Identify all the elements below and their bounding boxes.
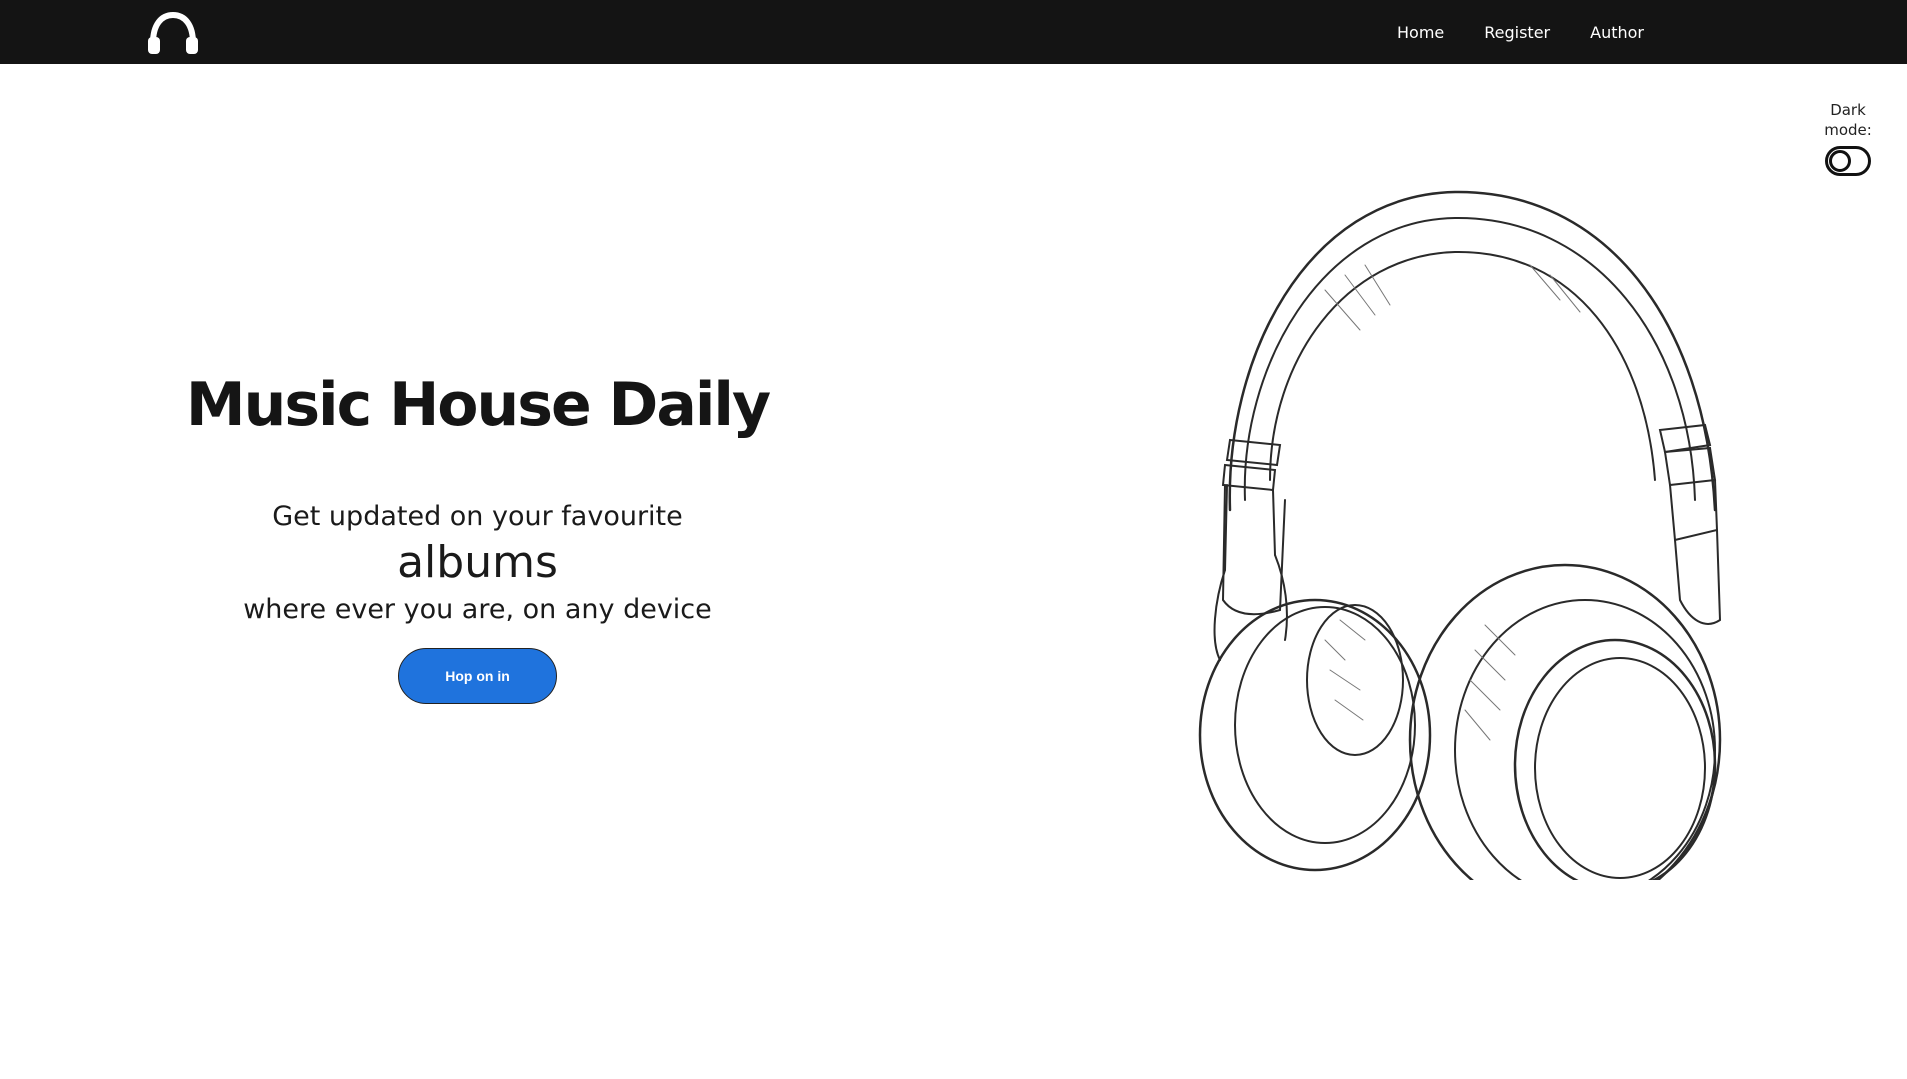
dark-mode-control: Dark mode: xyxy=(1818,100,1878,176)
hero-title: Music House Daily xyxy=(185,370,771,440)
nav-register-link[interactable]: Register xyxy=(1484,23,1550,42)
nav-home-link[interactable]: Home xyxy=(1397,23,1444,42)
headphones-icon[interactable] xyxy=(147,11,199,55)
hero-subtitle-line1: Get updated on your favourite xyxy=(272,501,683,532)
top-navbar: Home Register Author xyxy=(0,0,1907,64)
hero-subtitle-line3: where ever you are, on any device xyxy=(243,594,712,625)
dark-mode-label: Dark mode: xyxy=(1824,101,1872,139)
hero-subtitle-line2: albums xyxy=(397,537,558,588)
toggle-knob xyxy=(1829,150,1851,172)
nav-author-link[interactable]: Author xyxy=(1590,23,1644,42)
nav-links: Home Register Author xyxy=(1397,0,1644,64)
hop-on-in-button[interactable]: Hop on in xyxy=(398,648,557,704)
dark-mode-toggle[interactable] xyxy=(1825,146,1871,176)
hero-section: Music House Daily Get updated on your fa… xyxy=(160,360,795,704)
headphones-illustration xyxy=(1198,190,1722,880)
